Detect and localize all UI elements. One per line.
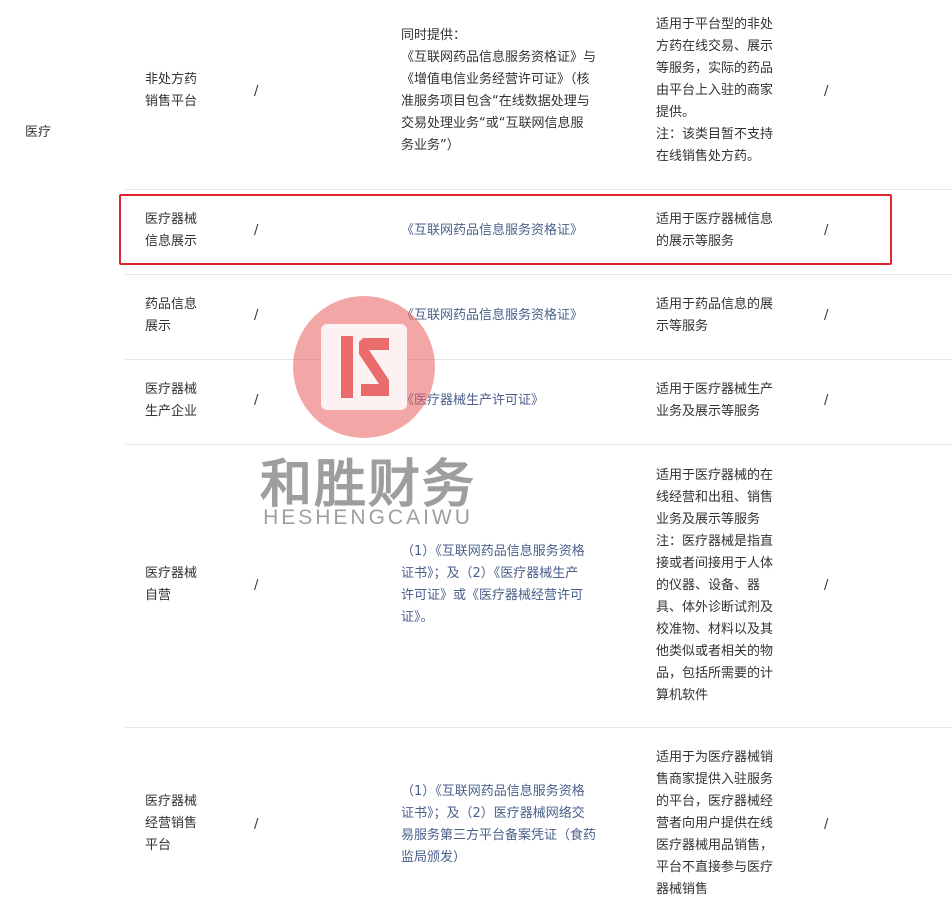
requirement-1: / bbox=[254, 817, 259, 832]
item-name: 药品信息 展示 bbox=[145, 297, 198, 334]
highlight-box bbox=[119, 194, 892, 265]
table-row-drug-info-display: 药品信息 展示 / 《互联网药品信息服务资格证》 适用于药品信息的展 示等服务 / bbox=[125, 275, 952, 360]
category-label: 医疗 bbox=[25, 125, 52, 140]
license-text: 《医疗器械生产许可证》 bbox=[401, 393, 545, 408]
scope-text: 适用于为医疗器械销 售商家提供入驻服务 的平台，医疗器械经 营者向用户提供在线 医疗… bbox=[656, 750, 774, 897]
license-text: 同时提供： 《互联网药品信息服务资格证》与 《增值电信业务经营许可证》（核 准服务项… bbox=[401, 28, 597, 153]
scope-text: 适用于医疗器械生产 业务及展示等服务 bbox=[656, 382, 774, 419]
item-name: 医疗器械 经营销售 平台 bbox=[145, 794, 198, 853]
requirement-1: / bbox=[254, 393, 259, 408]
scope-text: 适用于医疗器械的在 线经营和出租、销售 业务及展示等服务 注：医疗器械是指直 接或者… bbox=[656, 468, 774, 703]
requirement-2: / bbox=[824, 578, 829, 593]
scope-text: 适用于平台型的非处 方药在线交易、展示 等服务，实际的药品 由平台上入驻的商家 提供… bbox=[656, 17, 774, 164]
license-text: （1）《互联网药品信息服务资格 证书》；及（2）《医疗器械生产 许可证》或《医疗器… bbox=[401, 544, 585, 625]
table-row-device-sales-platform: 医疗器械 经营销售 平台 / （1）《互联网药品信息服务资格 证书》；及（2）医疗器… bbox=[125, 728, 952, 924]
item-name: 医疗器械 自营 bbox=[145, 566, 198, 603]
table-row-otc-platform: 非处方药 销售平台 / 同时提供： 《互联网药品信息服务资格证》与 《增值电信业务经… bbox=[125, 0, 952, 190]
scope-text: 适用于药品信息的展 示等服务 bbox=[656, 297, 774, 334]
requirement-1: / bbox=[254, 84, 259, 99]
table-row-device-self-operated: 医疗器械 自营 / （1）《互联网药品信息服务资格 证书》；及（2）《医疗器械生产 … bbox=[125, 445, 952, 728]
item-name: 非处方药 销售平台 bbox=[145, 72, 198, 109]
item-name: 医疗器械 生产企业 bbox=[145, 382, 198, 419]
requirement-2: / bbox=[824, 308, 829, 323]
requirement-2: / bbox=[824, 393, 829, 408]
table-row-device-manufacturer: 医疗器械 生产企业 / 《医疗器械生产许可证》 适用于医疗器械生产 业务及展示等服务… bbox=[125, 360, 952, 445]
requirement-2: / bbox=[824, 84, 829, 99]
license-text: 《互联网药品信息服务资格证》 bbox=[401, 308, 584, 323]
requirement-2: / bbox=[824, 817, 829, 832]
license-text: （1）《互联网药品信息服务资格 证书》；及（2）医疗器械网络交 易服务第三方平台备… bbox=[401, 784, 597, 865]
requirement-1: / bbox=[254, 578, 259, 593]
requirement-1: / bbox=[254, 308, 259, 323]
